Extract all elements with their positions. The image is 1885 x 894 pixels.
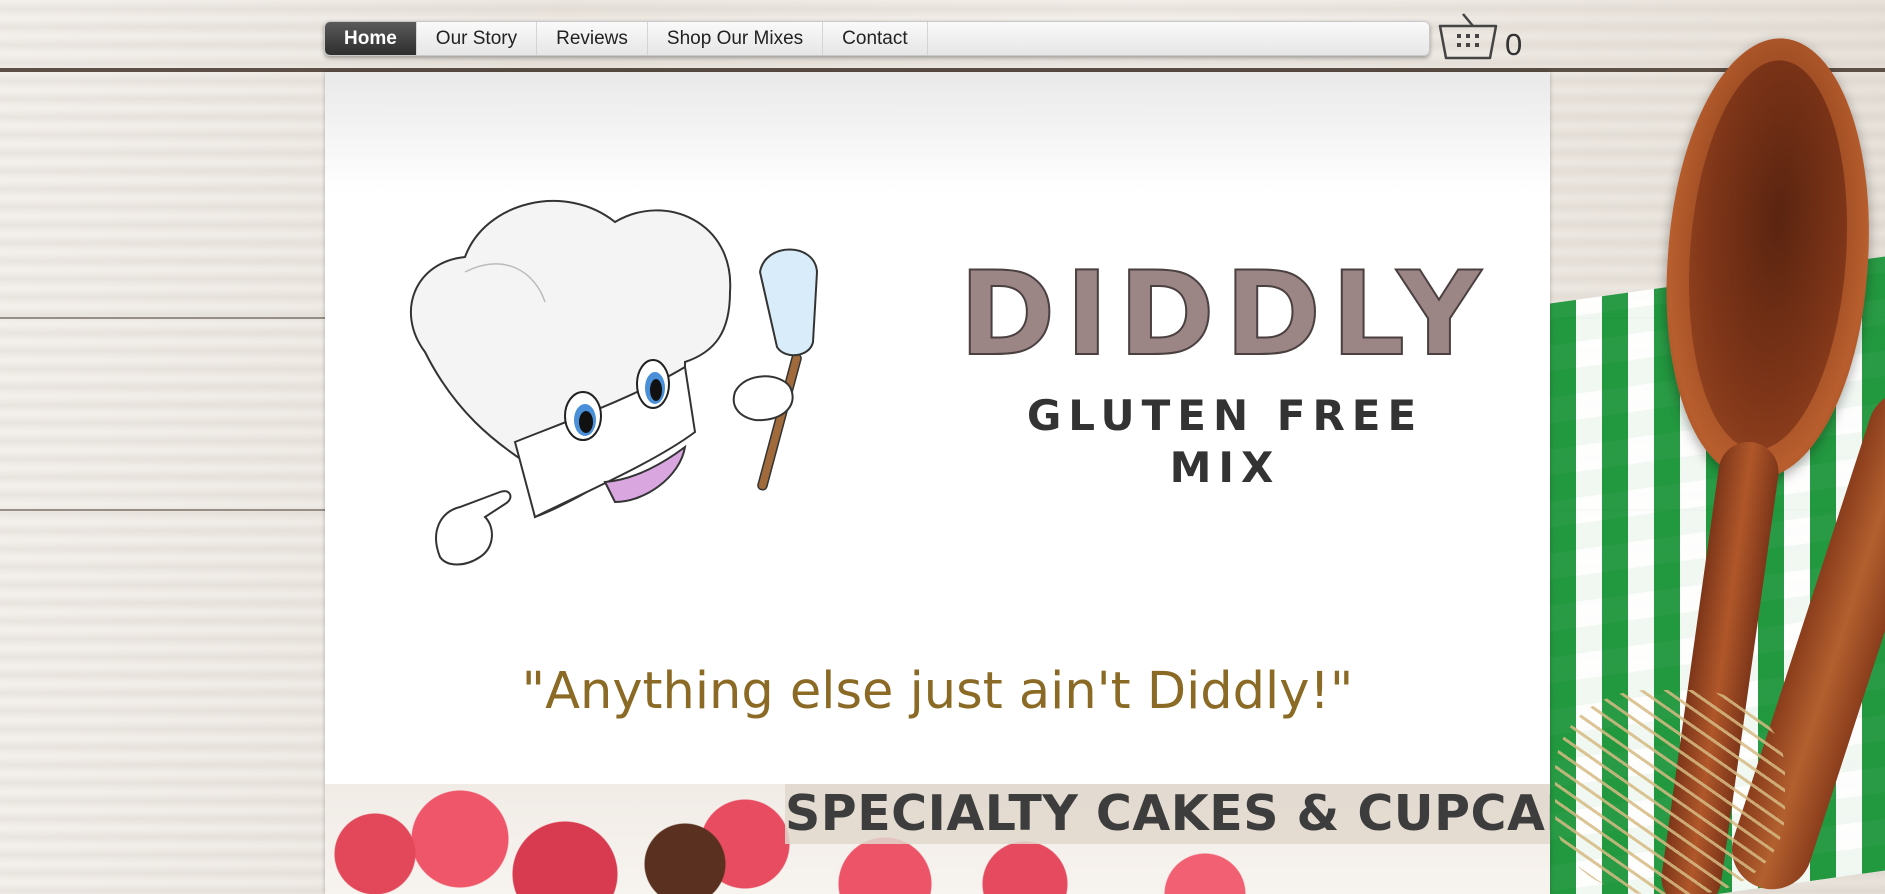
- main-content-panel: DIDDLY GLUTEN FREE MIX "Anything else ju…: [325, 72, 1550, 894]
- specialty-cakes-banner[interactable]: SPECIALTY CAKES & CUPCAKES: [325, 784, 1550, 894]
- brand-subtitle: GLUTEN FREE MIX: [1026, 391, 1424, 492]
- cart-button[interactable]: 0: [1437, 10, 1527, 62]
- nav-item-reviews[interactable]: Reviews: [537, 22, 648, 55]
- raffia-bow-decor: [1555, 690, 1785, 894]
- main-nav: Home Our Story Reviews Shop Our Mixes Co…: [324, 21, 1430, 56]
- cart-count: 0: [1505, 27, 1523, 62]
- brand-title: DIDDLY: [958, 247, 1491, 382]
- chef-hat-mascot-icon: [409, 200, 819, 566]
- tagline: "Anything else just ain't Diddly!": [521, 662, 1354, 721]
- promo-heading: SPECIALTY CAKES & CUPCAKES: [785, 784, 1550, 844]
- basket-icon: [1438, 13, 1498, 60]
- nav-item-home[interactable]: Home: [325, 22, 417, 55]
- nav-item-our-story[interactable]: Our Story: [417, 22, 538, 55]
- nav-item-shop-our-mixes[interactable]: Shop Our Mixes: [648, 22, 824, 55]
- nav-item-contact[interactable]: Contact: [823, 22, 928, 55]
